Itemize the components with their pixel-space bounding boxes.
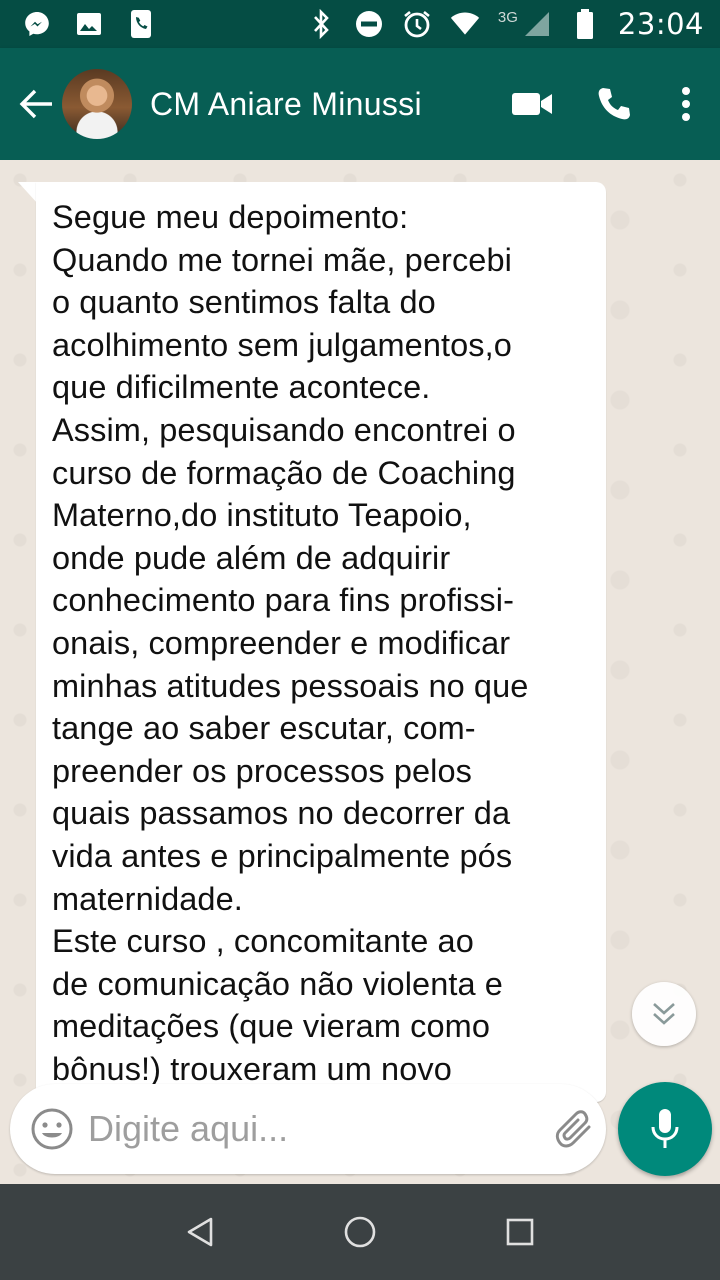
wifi-icon	[450, 9, 480, 39]
message-line: maternidade.	[52, 880, 243, 917]
nav-home-icon	[344, 1216, 376, 1248]
compose-bar	[10, 1084, 666, 1174]
phone-notification-icon	[126, 9, 156, 39]
nav-recents-icon	[506, 1218, 534, 1246]
message-line: onais, compreender e modificar	[52, 624, 511, 661]
voice-message-button[interactable]	[618, 1082, 712, 1176]
chat-header: CM Aniare Minussi	[0, 48, 720, 160]
message-line: onde pude além de adquirir	[52, 539, 451, 576]
emoji-button[interactable]	[30, 1104, 74, 1154]
back-arrow-icon	[19, 89, 52, 119]
message-input[interactable]	[88, 1099, 553, 1159]
nav-back-button[interactable]	[170, 1202, 230, 1262]
messenger-icon	[22, 9, 52, 39]
message-line: curso de formação de Coaching	[52, 454, 516, 491]
voice-call-icon	[598, 88, 630, 120]
status-right: 3G 23:04	[306, 7, 704, 41]
paperclip-icon	[555, 1110, 591, 1148]
message-line: de comunicação não violenta e	[52, 965, 503, 1002]
emoji-icon	[31, 1108, 73, 1150]
message-line: que dificilmente acontece.	[52, 369, 431, 406]
bubble-tail	[18, 182, 38, 204]
message-line: Quando me tornei mãe, percebi	[52, 241, 512, 278]
network-type-label: 3G	[497, 8, 518, 26]
message-bubble[interactable]: Segue meu depoimento: Quando me tornei mã…	[36, 182, 606, 1102]
status-left	[22, 9, 156, 39]
back-button[interactable]	[10, 74, 62, 134]
message-line: o quanto sentimos falta do	[52, 284, 436, 321]
bluetooth-icon	[306, 9, 336, 39]
do-not-disturb-icon	[354, 9, 384, 39]
battery-icon	[570, 9, 600, 39]
chat-area[interactable]: Segue meu depoimento: Quando me tornei mã…	[0, 160, 720, 1184]
message-line: meditações (que vieram como	[52, 1008, 491, 1045]
message-line: Segue meu depoimento:	[52, 199, 409, 235]
clock: 23:04	[617, 7, 704, 41]
message-line: vida antes e principalmente pós	[52, 837, 513, 874]
message-line: Materno,do instituto Teapoio,	[52, 497, 472, 534]
status-bar: 3G 23:04	[0, 0, 720, 48]
nav-back-icon	[187, 1217, 213, 1247]
double-chevron-down-icon	[653, 1003, 675, 1025]
message-line: acolhimento sem julgamentos,o	[52, 326, 512, 363]
message-line: preender os processos pelos	[52, 752, 473, 789]
attach-button[interactable]	[553, 1101, 597, 1157]
video-call-button[interactable]	[502, 74, 562, 134]
more-options-button[interactable]	[666, 74, 706, 134]
system-nav-bar	[0, 1184, 720, 1280]
contact-name[interactable]: CM Aniare Minussi	[150, 86, 502, 123]
voice-call-button[interactable]	[584, 74, 644, 134]
message-line: Assim, pesquisando encontrei o	[52, 411, 516, 448]
nav-recents-button[interactable]	[490, 1202, 550, 1262]
contact-avatar[interactable]	[62, 69, 132, 139]
alarm-icon	[402, 9, 432, 39]
message-line: conhecimento para fins profissi-	[52, 582, 515, 619]
microphone-icon	[651, 1109, 679, 1148]
message-line: minhas atitudes pessoais no que	[52, 667, 529, 704]
scroll-to-bottom-button[interactable]	[632, 982, 696, 1046]
message-line: quais passamos no decorrer da	[52, 795, 511, 832]
nav-home-button[interactable]	[330, 1202, 390, 1262]
cell-signal-icon	[522, 9, 552, 39]
message-line: Este curso , concomitante ao	[52, 923, 474, 960]
message-text: Segue meu depoimento: Quando me tornei mã…	[52, 196, 592, 1090]
message-line: tange ao saber escutar, com-	[52, 710, 476, 747]
more-options-icon	[682, 87, 690, 121]
image-icon	[74, 9, 104, 39]
video-call-icon	[512, 93, 552, 115]
